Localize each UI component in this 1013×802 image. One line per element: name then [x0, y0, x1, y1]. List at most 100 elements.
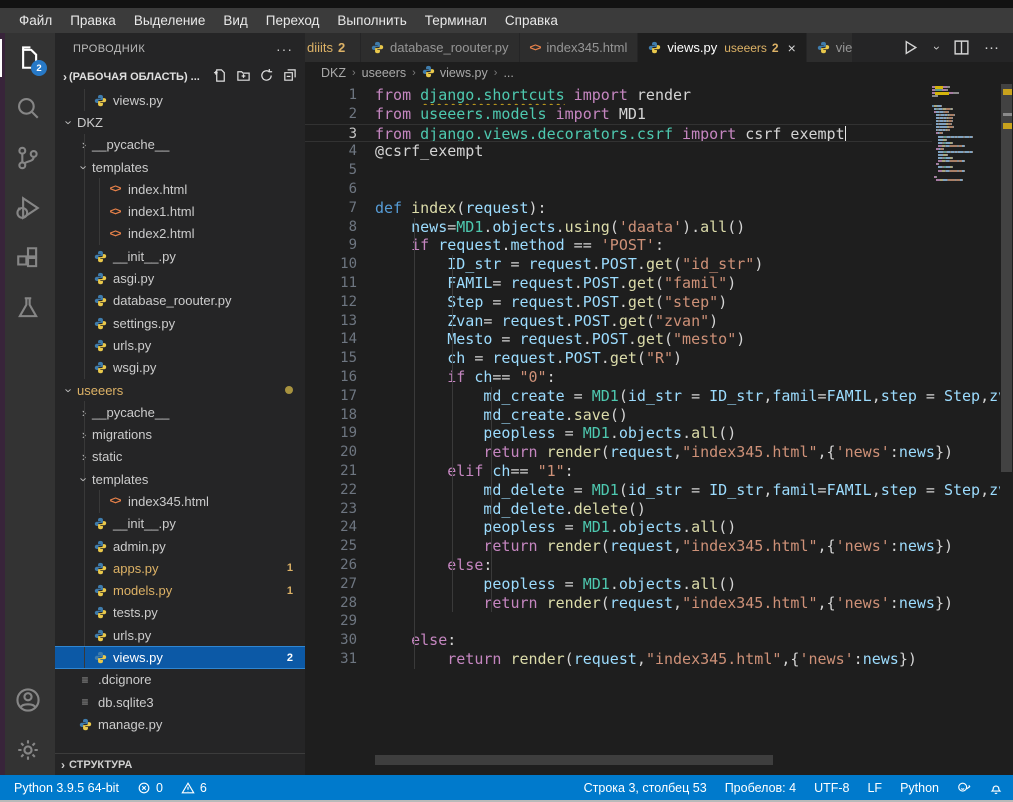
split-editor-icon[interactable] [953, 39, 970, 56]
tree-file-views.py[interactable]: views.py2 [55, 646, 305, 668]
testing-icon[interactable] [0, 283, 55, 333]
settings-gear-icon[interactable] [0, 725, 55, 775]
horizontal-scrollbar-thumb[interactable] [375, 755, 773, 765]
tree-item-label: __pycache__ [92, 405, 169, 420]
tree-folder-useeers[interactable]: ›useeers [55, 379, 305, 401]
breadcrumb-item-DKZ[interactable]: DKZ [321, 66, 346, 80]
status-Пробелов: 4[interactable]: Пробелов: 4 [725, 781, 796, 795]
menu-item-справка[interactable]: Справка [496, 10, 567, 31]
extensions-icon[interactable] [0, 233, 55, 283]
menu-item-терминал[interactable]: Терминал [416, 10, 496, 31]
menu-item-переход[interactable]: Переход [257, 10, 329, 31]
run-button-icon[interactable] [902, 39, 919, 56]
menu-item-вид[interactable]: Вид [214, 10, 256, 31]
tree-folder-templates[interactable]: ›templates [55, 156, 305, 178]
tree-file-views.py[interactable]: views.py [55, 89, 305, 111]
tree-file-tests.py[interactable]: tests.py [55, 602, 305, 624]
status-errors-icon[interactable]: 0 [137, 781, 163, 795]
tree-file-admin.py[interactable]: admin.py [55, 535, 305, 557]
minimap-token [950, 170, 958, 172]
tree-folder-DKZ[interactable]: ›DKZ [55, 111, 305, 133]
python-file-icon [77, 718, 93, 731]
status-feedback-icon[interactable] [957, 781, 971, 795]
vertical-scrollbar[interactable] [1000, 84, 1013, 775]
account-icon[interactable] [0, 675, 55, 725]
menu-item-файл[interactable]: Файл [10, 10, 61, 31]
tree-folder-migrations[interactable]: ›migrations [55, 423, 305, 445]
tree-item-label: static [92, 449, 122, 464]
workbench: 2 ПРОВОДНИК ··· › (РАБОЧАЯ ОБЛАСТЬ) ... … [0, 33, 1013, 775]
menu-item-выделение[interactable]: Выделение [125, 10, 215, 31]
status-notifications-bell-icon[interactable] [989, 781, 1003, 795]
tree-file-db.sqlite3[interactable]: ≡db.sqlite3 [55, 691, 305, 713]
menu-item-правка[interactable]: Правка [61, 10, 125, 31]
tree-folder-__pycache__[interactable]: ›__pycache__ [55, 401, 305, 423]
tree-file-settings.py[interactable]: settings.py [55, 312, 305, 334]
tree-file-asgi.py[interactable]: asgi.py [55, 267, 305, 289]
tab-label: vie [836, 40, 853, 55]
refresh-icon[interactable] [259, 68, 274, 86]
tree-folder-templates[interactable]: ›templates [55, 468, 305, 490]
status-Python 3.9.5 64-bit[interactable]: Python 3.9.5 64-bit [14, 781, 119, 795]
code-editor[interactable]: 1from django.shortcuts import render2fro… [305, 84, 1013, 775]
status-UTF-8[interactable]: UTF-8 [814, 781, 849, 795]
tree-file-.dcignore[interactable]: ≡.dcignore [55, 669, 305, 691]
more-actions-icon[interactable]: ··· [984, 39, 999, 56]
status-LF[interactable]: LF [867, 781, 882, 795]
breadcrumb-item-...[interactable]: ... [503, 66, 513, 80]
minimap[interactable] [932, 86, 1000, 182]
modified-dot [285, 386, 293, 394]
search-icon[interactable] [0, 83, 55, 133]
status-warnings-icon[interactable]: 6 [181, 781, 207, 795]
status-Python[interactable]: Python [900, 781, 939, 795]
close-icon[interactable]: × [788, 40, 796, 56]
status-Строка 3, столбец 53[interactable]: Строка 3, столбец 53 [584, 781, 707, 795]
new-file-icon[interactable] [213, 68, 228, 86]
tree-file-index345.html[interactable]: <>index345.html [55, 490, 305, 512]
line-number: 7 [305, 199, 357, 218]
breadcrumb-item-useeers[interactable]: useeers [362, 66, 406, 80]
html-file-icon: <> [107, 206, 123, 218]
tree-folder-__pycache__[interactable]: ›__pycache__ [55, 134, 305, 156]
tab-vie[interactable]: vie [807, 33, 853, 62]
tab-views.py[interactable]: views.pyuseeers2× [638, 33, 806, 62]
tab-diiits[interactable]: diiits2 [305, 33, 361, 62]
outline-section-header[interactable]: › СТРУКТУРА [55, 753, 305, 775]
tree-file-__init__.py[interactable]: __init__.py [55, 513, 305, 535]
tree-folder-static[interactable]: ›static [55, 446, 305, 468]
tab-database_roouter.py[interactable]: database_roouter.py [361, 33, 520, 62]
tree-file-index1.html[interactable]: <>index1.html [55, 200, 305, 222]
code-line-11: 11 FAMIL= request.POST.get("famil") [305, 274, 1000, 293]
breadcrumb-item-views.py[interactable]: views.py [422, 65, 488, 81]
tree-file-urls.py[interactable]: urls.py [55, 624, 305, 646]
vertical-scrollbar-thumb[interactable] [1001, 84, 1012, 472]
line-number: 17 [305, 387, 357, 406]
run-debug-icon[interactable] [0, 183, 55, 233]
tree-file-urls.py[interactable]: urls.py [55, 334, 305, 356]
chevron-down-icon[interactable]: › [930, 46, 944, 50]
workspace-section-header[interactable]: › (РАБОЧАЯ ОБЛАСТЬ) ... [55, 65, 305, 89]
menu-item-выполнить[interactable]: Выполнить [328, 10, 415, 31]
tree-file-manage.py[interactable]: manage.py [55, 713, 305, 735]
collapse-all-icon[interactable] [282, 68, 297, 86]
tree-file-index.html[interactable]: <>index.html [55, 178, 305, 200]
explorer-icon[interactable]: 2 [0, 33, 55, 83]
tree-file-apps.py[interactable]: apps.py1 [55, 557, 305, 579]
code-line-1: 1from django.shortcuts import render [305, 86, 1000, 105]
breadcrumb[interactable]: DKZ›useeers›views.py›... [305, 62, 1013, 84]
sidebar-more-icon[interactable]: ··· [276, 41, 293, 57]
new-folder-icon[interactable] [236, 68, 251, 86]
python-file-icon [92, 562, 108, 575]
tree-file-index2.html[interactable]: <>index2.html [55, 223, 305, 245]
tree-file-wsgi.py[interactable]: wsgi.py [55, 357, 305, 379]
python-file-icon [92, 540, 108, 553]
tree-file-database_roouter.py[interactable]: database_roouter.py [55, 290, 305, 312]
source-control-icon[interactable] [0, 133, 55, 183]
tree-indent-guide [84, 401, 85, 423]
tab-index345.html[interactable]: <>index345.html [520, 33, 639, 62]
tree-file-__init__.py[interactable]: __init__.py [55, 245, 305, 267]
tree-file-models.py[interactable]: models.py1 [55, 580, 305, 602]
code-line-28: 28 return render(request,"index345.html"… [305, 594, 1000, 613]
code-line-22: 22 md_delete = MD1(id_str = ID_str,famil… [305, 481, 1000, 500]
editor-indent-guide [491, 387, 492, 613]
